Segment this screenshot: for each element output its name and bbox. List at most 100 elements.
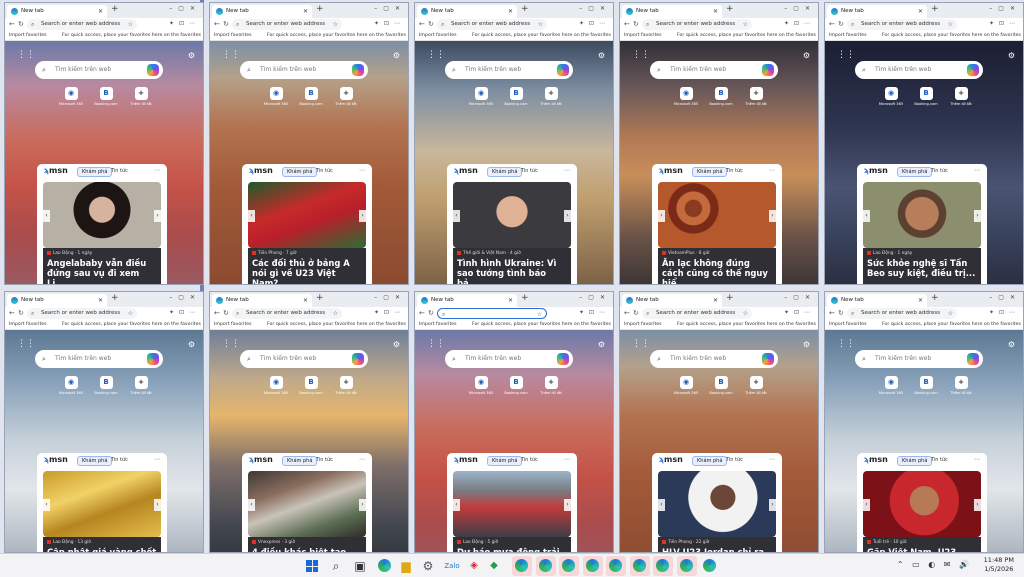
news-headline[interactable]: Ăn lạc không đúng cách cũng có thể nguy … bbox=[662, 258, 772, 284]
tile-microsoft-365[interactable]: ◉ Microsoft 365 bbox=[55, 376, 87, 395]
next-arrow-icon[interactable]: › bbox=[359, 210, 366, 222]
close-tab-icon[interactable]: ✕ bbox=[508, 294, 513, 307]
prev-arrow-icon[interactable]: ‹ bbox=[43, 210, 50, 222]
zalo-icon[interactable]: Zalo bbox=[444, 558, 460, 574]
more-icon[interactable]: ⋯ bbox=[769, 456, 775, 463]
address-bar[interactable]: ⌕ Search or enter web address ☆ bbox=[847, 308, 957, 319]
tile-microsoft-365[interactable]: ◉ Microsoft 365 bbox=[670, 87, 702, 106]
tile-add-shortcut[interactable]: + Thêm lối tắt bbox=[535, 376, 567, 395]
star-icon[interactable]: ☆ bbox=[333, 308, 338, 319]
browser-window[interactable]: New tab ✕ + –▢✕ ← ↻ ⌕ Search or enter web … bbox=[4, 291, 204, 553]
tile-booking[interactable]: B Booking.com bbox=[705, 87, 737, 106]
prev-arrow-icon[interactable]: ‹ bbox=[43, 499, 50, 511]
apps-grid-icon[interactable]: ⋮⋮ bbox=[17, 50, 35, 60]
store-icon[interactable]: ◆ bbox=[486, 558, 502, 574]
tab-new-tab[interactable]: New tab ✕ bbox=[417, 5, 517, 18]
tile-add-shortcut[interactable]: + Thêm lối tắt bbox=[535, 87, 567, 106]
star-icon[interactable]: ☆ bbox=[537, 309, 542, 320]
news-photo[interactable]: ‹ › bbox=[453, 182, 571, 248]
news-caption[interactable]: Lao Động · 13 giờ Cập nhật giá vàng chốt bbox=[43, 537, 161, 552]
new-tab-button[interactable]: + bbox=[111, 293, 119, 303]
import-favorites-link[interactable]: Import favorites bbox=[829, 320, 867, 330]
new-tab-button[interactable]: + bbox=[521, 293, 529, 303]
apps-grid-icon[interactable]: ⋮⋮ bbox=[837, 50, 855, 60]
news-photo[interactable]: ‹ › bbox=[453, 471, 571, 537]
back-icon[interactable]: ← bbox=[214, 20, 220, 28]
tile-microsoft-365[interactable]: ◉ Microsoft 365 bbox=[875, 376, 907, 395]
taskbar-edge-window[interactable] bbox=[582, 556, 603, 576]
toolbar-right-icons[interactable]: ✦⊡⋯ bbox=[784, 309, 815, 316]
tab-tin-tuc[interactable]: Tin tức bbox=[726, 168, 743, 174]
tab-kham-pha[interactable]: Khám phá bbox=[487, 167, 523, 177]
browser-window[interactable]: New tab ✕ + –▢✕ ← ↻ ⌕ Search or enter web … bbox=[824, 291, 1024, 553]
toolbar-right-icons[interactable]: ✦⊡⋯ bbox=[169, 20, 200, 27]
search-icon[interactable]: ⌕ bbox=[328, 558, 344, 574]
copilot-icon[interactable] bbox=[967, 353, 979, 365]
more-icon[interactable]: ⋯ bbox=[359, 456, 365, 463]
refresh-icon[interactable]: ↻ bbox=[223, 309, 229, 317]
tab-new-tab[interactable]: New tab ✕ bbox=[622, 5, 722, 18]
import-favorites-link[interactable]: Import favorites bbox=[624, 320, 662, 330]
new-tab-button[interactable]: + bbox=[931, 293, 939, 303]
import-favorites-link[interactable]: Import favorites bbox=[419, 320, 457, 330]
refresh-icon[interactable]: ↻ bbox=[223, 20, 229, 28]
gear-icon[interactable]: ⚙ bbox=[393, 340, 400, 349]
window-controls[interactable]: –▢✕ bbox=[784, 294, 816, 301]
tile-microsoft-365[interactable]: ◉ Microsoft 365 bbox=[465, 87, 497, 106]
star-icon[interactable]: ☆ bbox=[948, 308, 953, 319]
web-search-box[interactable]: ⌕ Tìm kiếm trên web bbox=[240, 61, 368, 79]
address-bar[interactable]: ⌕ Search or enter web address ☆ bbox=[232, 308, 342, 319]
toolbar-right-icons[interactable]: ✦⊡⋯ bbox=[374, 309, 405, 316]
msn-logo[interactable]: ϡmsn bbox=[454, 166, 478, 175]
app-icon[interactable]: ◈ bbox=[466, 558, 482, 574]
apps-grid-icon[interactable]: ⋮⋮ bbox=[632, 50, 650, 60]
copilot-icon[interactable] bbox=[557, 353, 569, 365]
tile-microsoft-365[interactable]: ◉ Microsoft 365 bbox=[670, 376, 702, 395]
browser-window[interactable]: New tab ✕ + –▢✕ ← ↻ ⌕ Search or enter web … bbox=[414, 2, 614, 285]
refresh-icon[interactable]: ↻ bbox=[428, 309, 434, 317]
news-headline[interactable]: Angelababy vẫn điều đứng sau vụ đi xem L… bbox=[47, 258, 157, 284]
close-tab-icon[interactable]: ✕ bbox=[918, 294, 923, 307]
next-arrow-icon[interactable]: › bbox=[974, 210, 981, 222]
taskbar-edge-window[interactable] bbox=[700, 556, 720, 576]
back-icon[interactable]: ← bbox=[829, 309, 835, 317]
copilot-icon[interactable] bbox=[557, 64, 569, 76]
web-search-box[interactable]: ⌕ Tìm kiếm trên web bbox=[445, 350, 573, 368]
msn-logo[interactable]: ϡmsn bbox=[864, 166, 888, 175]
back-icon[interactable]: ← bbox=[419, 20, 425, 28]
new-tab-button[interactable]: + bbox=[316, 293, 324, 303]
msn-logo[interactable]: ϡmsn bbox=[44, 455, 68, 464]
apps-grid-icon[interactable]: ⋮⋮ bbox=[632, 339, 650, 349]
toolbar-right-icons[interactable]: ✦⊡⋯ bbox=[989, 20, 1020, 27]
tab-kham-pha[interactable]: Khám phá bbox=[897, 167, 933, 177]
web-search-box[interactable]: ⌕ Tìm kiếm trên web bbox=[855, 350, 983, 368]
tab-tin-tuc[interactable]: Tin tức bbox=[931, 168, 948, 174]
back-icon[interactable]: ← bbox=[829, 20, 835, 28]
tile-add-shortcut[interactable]: + Thêm lối tắt bbox=[945, 376, 977, 395]
window-controls[interactable]: –▢✕ bbox=[989, 294, 1021, 301]
window-controls[interactable]: –▢✕ bbox=[169, 294, 201, 301]
more-icon[interactable]: ⋯ bbox=[154, 167, 160, 174]
tab-new-tab[interactable]: New tab ✕ bbox=[212, 5, 312, 18]
refresh-icon[interactable]: ↻ bbox=[18, 20, 24, 28]
browser-window[interactable]: New tab ✕ + –▢✕ ← ↻ ⌕ Search or enter web … bbox=[209, 2, 409, 285]
tab-new-tab[interactable]: New tab ✕ bbox=[622, 294, 722, 307]
news-caption[interactable]: Tuổi trẻ · 10 giờ Gặp Việt Nam, U23 bbox=[863, 537, 981, 552]
toolbar-right-icons[interactable]: ✦⊡⋯ bbox=[989, 309, 1020, 316]
browser-window[interactable]: New tab ✕ + –▢✕ ← ↻ ⌕ ☆ ✦⊡⋯ Import favorit… bbox=[414, 291, 614, 553]
tile-add-shortcut[interactable]: + Thêm lối tắt bbox=[125, 87, 157, 106]
more-icon[interactable]: ⋯ bbox=[769, 167, 775, 174]
prev-arrow-icon[interactable]: ‹ bbox=[453, 210, 460, 222]
browser-window[interactable]: New tab ✕ + –▢✕ ← ↻ ⌕ Search or enter web … bbox=[4, 2, 204, 285]
news-caption[interactable]: Lao Động · 5 giờ Dự báo mưa đông trải bbox=[453, 537, 571, 552]
prev-arrow-icon[interactable]: ‹ bbox=[863, 210, 870, 222]
apps-grid-icon[interactable]: ⋮⋮ bbox=[17, 339, 35, 349]
window-controls[interactable]: –▢✕ bbox=[169, 5, 201, 12]
address-bar[interactable]: ⌕ Search or enter web address ☆ bbox=[232, 19, 342, 30]
news-caption[interactable]: Lao Động · 1 ngày Angelababy vẫn điều đứ… bbox=[43, 248, 161, 284]
msn-logo[interactable]: ϡmsn bbox=[44, 166, 68, 175]
taskbar-edge-window[interactable] bbox=[559, 556, 579, 576]
refresh-icon[interactable]: ↻ bbox=[838, 20, 844, 28]
tile-microsoft-365[interactable]: ◉ Microsoft 365 bbox=[260, 376, 292, 395]
tile-booking[interactable]: B Booking.com bbox=[500, 87, 532, 106]
